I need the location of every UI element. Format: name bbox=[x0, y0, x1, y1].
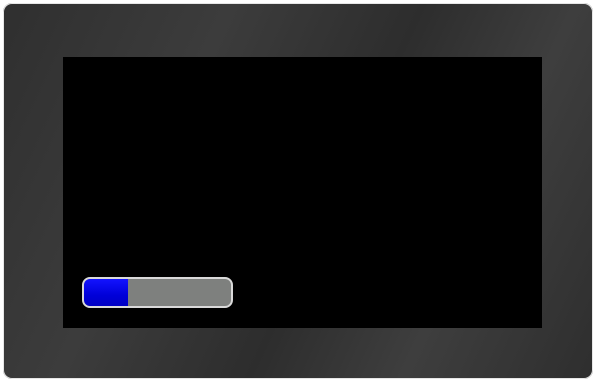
progress-bar bbox=[82, 277, 233, 308]
progress-bar-fill bbox=[84, 279, 129, 306]
